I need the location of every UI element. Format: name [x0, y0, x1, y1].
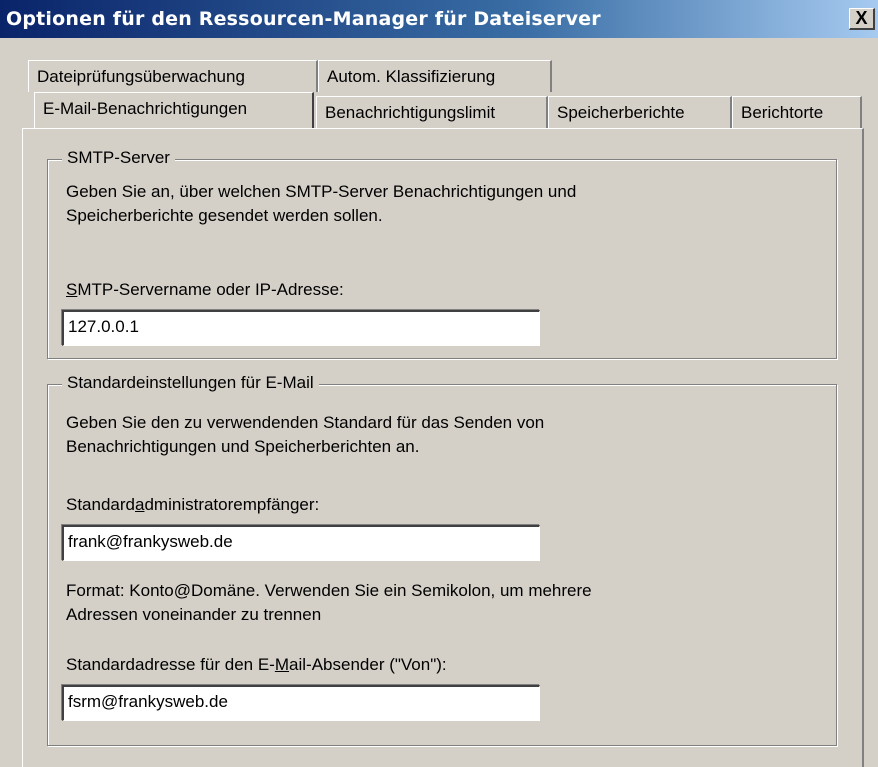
- tab-benachrichtigungslimit[interactable]: Benachrichtigungslimit: [316, 96, 548, 128]
- tab-label: Autom. Klassifizierung: [327, 67, 496, 86]
- window-title: Optionen für den Ressourcen-Manager für …: [6, 8, 601, 30]
- label-text: MTP-Servername oder IP-Adresse:: [77, 280, 344, 299]
- sender-address-label: Standardadresse für den E-Mail-Absender …: [66, 653, 447, 677]
- sender-address-input[interactable]: fsrm@frankysweb.de: [62, 685, 540, 721]
- tab-berichtorte[interactable]: Berichtorte: [732, 96, 862, 128]
- title-bar[interactable]: Optionen für den Ressourcen-Manager für …: [0, 0, 878, 38]
- label-text: ail-Absender ("Von"):: [289, 655, 447, 674]
- tab-panel-email: SMTP-Server Geben Sie an, über welchen S…: [22, 128, 864, 767]
- admin-recipient-input[interactable]: frank@frankysweb.de: [62, 525, 540, 561]
- admin-recipient-label: Standardadministratorempfänger:: [66, 493, 319, 517]
- tab-dateipruefungsueberwachung[interactable]: Dateiprüfungsüberwachung: [28, 60, 318, 92]
- access-key: M: [274, 655, 290, 674]
- tab-label: E-Mail-Benachrichtigungen: [43, 99, 248, 118]
- tab-label: Benachrichtigungslimit: [325, 103, 496, 122]
- label-text: Standard: [66, 495, 135, 514]
- format-hint-line2: Adressen voneinander zu trennen: [66, 605, 322, 624]
- email-description-line2: Benachrichtigungen und Speicherberichten…: [66, 437, 420, 456]
- options-dialog: Optionen für den Ressourcen-Manager für …: [0, 0, 878, 767]
- tab-label: Berichtorte: [741, 103, 824, 122]
- tab-autom-klassifizierung[interactable]: Autom. Klassifizierung: [318, 60, 552, 92]
- group-legend: SMTP-Server: [62, 148, 175, 168]
- tab-email-benachrichtigungen[interactable]: E-Mail-Benachrichtigungen: [34, 92, 314, 128]
- smtp-server-group: SMTP-Server Geben Sie an, über welchen S…: [47, 148, 837, 359]
- access-key: S: [66, 280, 78, 299]
- group-legend: Standardeinstellungen für E-Mail: [62, 373, 319, 393]
- format-hint-line1: Format: Konto@Domäne. Verwenden Sie ein …: [66, 581, 592, 600]
- smtp-description-line1: Geben Sie an, über welchen SMTP-Server B…: [66, 182, 577, 201]
- label-text: dministratorempfänger:: [144, 495, 320, 514]
- smtp-server-input[interactable]: 127.0.0.1: [62, 310, 540, 346]
- label-text: Standardadresse für den E-: [66, 655, 275, 674]
- smtp-description-line2: Speicherberichte gesendet werden sollen.: [66, 206, 383, 225]
- tab-speicherberichte[interactable]: Speicherberichte: [548, 96, 732, 128]
- smtp-field-label: SMTP-Servername oder IP-Adresse:: [66, 278, 344, 302]
- tab-label: Dateiprüfungsüberwachung: [37, 67, 245, 86]
- email-defaults-group: Standardeinstellungen für E-Mail Geben S…: [47, 373, 837, 746]
- email-description-line1: Geben Sie den zu verwendenden Standard f…: [66, 413, 545, 432]
- close-icon: X: [855, 8, 868, 28]
- tab-label: Speicherberichte: [557, 103, 685, 122]
- close-button[interactable]: X: [849, 8, 875, 30]
